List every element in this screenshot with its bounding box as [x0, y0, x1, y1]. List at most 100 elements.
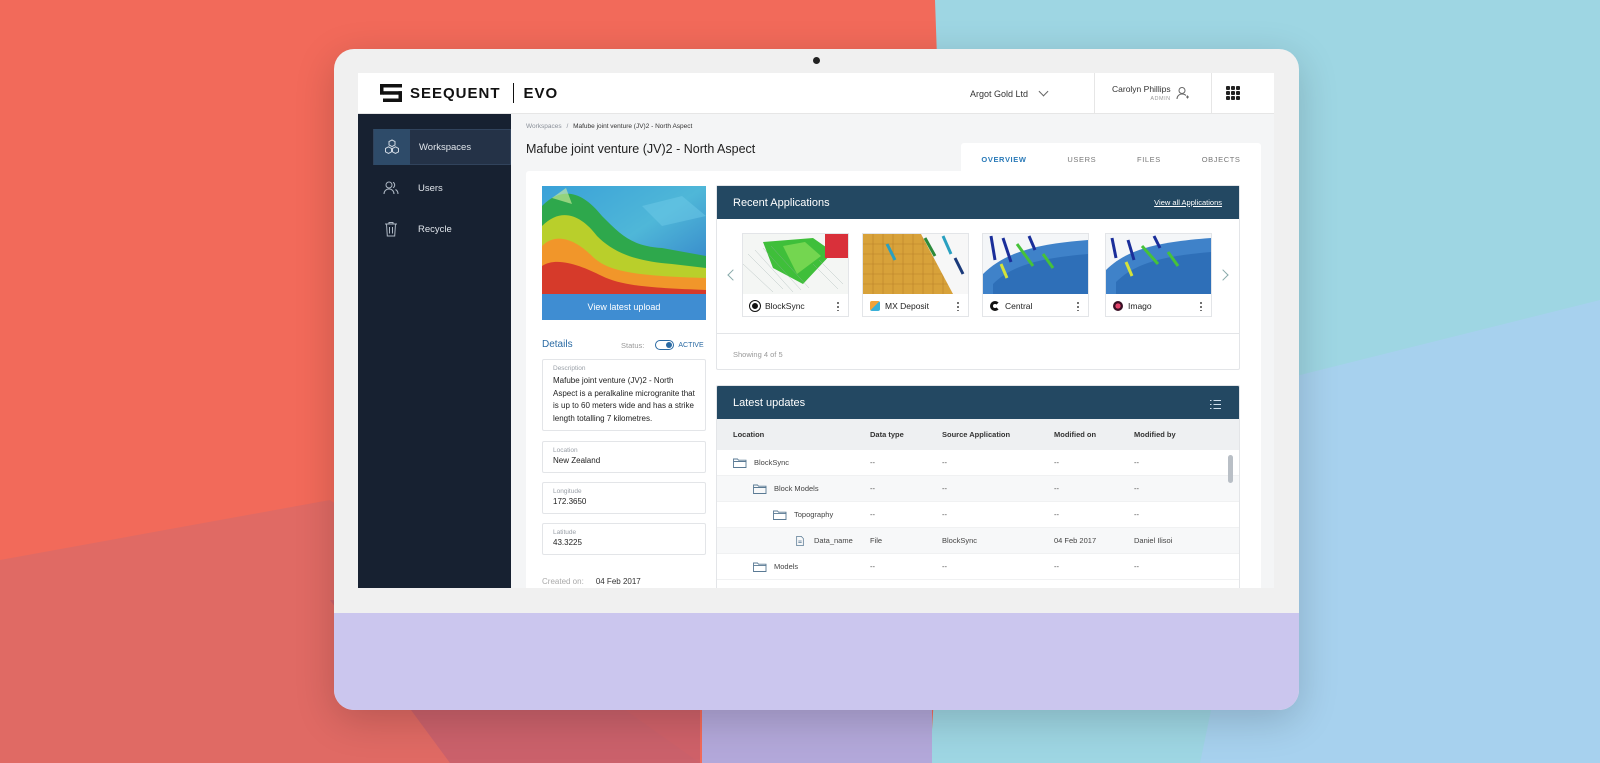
- organization-selector[interactable]: Argot Gold Ltd: [970, 73, 1049, 114]
- sidebar: Workspaces Users Recycle: [358, 114, 511, 588]
- row-source: --: [942, 484, 947, 493]
- sidebar-item-label: Recycle: [418, 223, 452, 235]
- table-row[interactable]: Topography -- -- -- --: [717, 502, 1239, 528]
- recent-applications-title: Recent Applications: [733, 196, 830, 209]
- app-tile-central[interactable]: Central: [982, 233, 1089, 317]
- breadcrumb-separator: /: [566, 123, 569, 130]
- description-label: Description: [553, 365, 586, 372]
- latest-updates-card: Latest updates Location Data type Source…: [716, 385, 1240, 588]
- row-name: Topography: [794, 510, 834, 519]
- status-control: Status: ACTIVE: [621, 340, 704, 350]
- row-modified-by: --: [1134, 562, 1139, 571]
- column-header-location[interactable]: Location: [717, 430, 870, 439]
- sidebar-item-recycle[interactable]: Recycle: [373, 211, 511, 247]
- column-header-modified-on[interactable]: Modified on: [1054, 430, 1134, 439]
- row-data-type: --: [870, 510, 875, 519]
- row-data-type: --: [870, 458, 875, 467]
- view-latest-upload-button[interactable]: View latest upload: [542, 294, 706, 320]
- row-modified-by: --: [1134, 458, 1139, 467]
- description-value: Mafube joint venture (JV)2 - North Aspec…: [553, 376, 695, 423]
- divider: [717, 333, 1239, 334]
- blocksync-icon: [749, 299, 761, 312]
- status-value: ACTIVE: [678, 341, 704, 349]
- product-name: EVO: [523, 84, 559, 102]
- app-footer: MX Deposit: [863, 294, 968, 317]
- row-source: --: [942, 458, 947, 467]
- breadcrumb-current: Mafube joint venture (JV)2 - North Aspec…: [573, 123, 693, 130]
- user-role: ADMIN: [1150, 96, 1171, 102]
- sidebar-item-users[interactable]: Users: [373, 170, 511, 206]
- table-row[interactable]: Models -- -- -- --: [717, 554, 1239, 580]
- location-value: New Zealand: [553, 456, 601, 465]
- list-view-icon[interactable]: [1209, 397, 1222, 409]
- details-heading: Details: [542, 339, 573, 350]
- app-preview-image: [863, 234, 968, 294]
- app-tile-blocksync[interactable]: BlockSync: [742, 233, 849, 317]
- table-row[interactable]: BlockSync -- -- -- --: [717, 450, 1239, 476]
- table-header: Location Data type Source Application Mo…: [717, 419, 1239, 450]
- app-name: Central: [1005, 300, 1033, 311]
- showing-count: Showing 4 of 5: [733, 350, 783, 359]
- sidebar-item-label: Users: [418, 182, 443, 194]
- top-bar: SEEQUENT EVO Argot Gold Ltd Carolyn Phil…: [358, 73, 1274, 114]
- app-preview-image: [983, 234, 1088, 294]
- seequent-logo-icon: [380, 83, 404, 103]
- column-header-data-type[interactable]: Data type: [870, 430, 942, 439]
- more-options-icon[interactable]: [1077, 301, 1079, 311]
- logo-divider: [512, 83, 514, 103]
- more-options-icon[interactable]: [957, 301, 959, 311]
- carousel-prev-icon[interactable]: [727, 269, 739, 281]
- breadcrumb-root-link[interactable]: Workspaces: [526, 123, 562, 130]
- longitude-field[interactable]: Longitude 172.3650: [542, 482, 706, 514]
- created-label: Created on:: [542, 577, 584, 586]
- sidebar-item-workspaces[interactable]: Workspaces: [373, 129, 511, 165]
- file-icon: [796, 535, 804, 546]
- app-preview-image: [1106, 234, 1211, 294]
- app-tile-mx-deposit[interactable]: MX Deposit: [862, 233, 969, 317]
- row-modified-on: --: [1054, 562, 1059, 571]
- camera: [813, 57, 820, 64]
- table-scrollbar[interactable]: [1228, 455, 1233, 483]
- more-options-icon[interactable]: [837, 301, 839, 311]
- row-source: --: [942, 562, 947, 571]
- monitor-chin: [334, 613, 1299, 710]
- app-screen: SEEQUENT EVO Argot Gold Ltd Carolyn Phil…: [358, 73, 1274, 588]
- column-header-source-application[interactable]: Source Application: [942, 430, 1054, 439]
- recent-applications-header: Recent Applications View all Application…: [717, 186, 1239, 219]
- row-modified-on: --: [1054, 484, 1059, 493]
- table-row[interactable]: Data_name File BlockSync 04 Feb 2017 Dan…: [717, 528, 1239, 554]
- row-modified-by: --: [1134, 484, 1139, 493]
- app-footer: BlockSync: [743, 294, 848, 317]
- status-label: Status:: [621, 340, 645, 350]
- location-field[interactable]: Location New Zealand: [542, 441, 706, 473]
- folder-icon: [773, 510, 787, 520]
- table-row[interactable]: Block Models -- -- -- --: [717, 476, 1239, 502]
- users-icon: [373, 170, 409, 206]
- created-on: Created on: 04 Feb 2017: [542, 577, 641, 586]
- row-data-type: File: [870, 536, 883, 545]
- chevron-down-icon: [1038, 86, 1049, 97]
- status-toggle[interactable]: [655, 340, 675, 350]
- row-source: --: [942, 510, 947, 519]
- user-info[interactable]: Carolyn Phillips ADMIN: [1112, 84, 1171, 102]
- latitude-field[interactable]: Latitude 43.3225: [542, 523, 706, 555]
- carousel-next-icon[interactable]: [1217, 269, 1229, 281]
- column-header-modified-by[interactable]: Modified by: [1134, 430, 1224, 439]
- row-modified-on: --: [1054, 510, 1059, 519]
- user-account-icon[interactable]: [1176, 86, 1190, 100]
- more-options-icon[interactable]: [1200, 301, 1202, 311]
- app-tile-imago[interactable]: Imago: [1105, 233, 1212, 317]
- organization-name: Argot Gold Ltd: [970, 88, 1029, 99]
- view-all-applications-link[interactable]: View all Applications: [1154, 198, 1222, 207]
- row-data-type: --: [870, 484, 875, 493]
- mx-deposit-icon: [870, 300, 880, 311]
- app-launcher-icon[interactable]: [1226, 86, 1240, 100]
- monitor-frame: SEEQUENT EVO Argot Gold Ltd Carolyn Phil…: [334, 49, 1299, 710]
- header-divider: [1094, 73, 1095, 114]
- folder-icon: [733, 458, 747, 468]
- description-field[interactable]: Description Mafube joint venture (JV)2 -…: [542, 359, 706, 431]
- row-name: Block Models: [774, 484, 819, 493]
- logo[interactable]: SEEQUENT EVO: [380, 82, 558, 104]
- app-preview-image: [743, 234, 848, 294]
- recent-applications-card: Recent Applications View all Application…: [716, 185, 1240, 370]
